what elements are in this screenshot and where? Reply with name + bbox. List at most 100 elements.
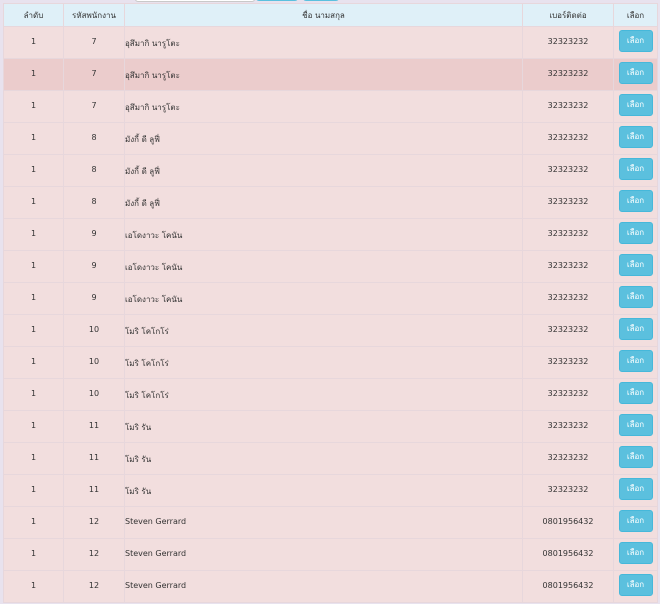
search-input[interactable] xyxy=(135,0,255,2)
table-header-row: ลำดับ รหัสพนักงาน ชื่อ นามสกุล เบอร์ติดต… xyxy=(3,3,658,27)
cell-phone: 0801956432 xyxy=(522,538,614,571)
cell-name: เอโดงาวะ โคนัน xyxy=(124,250,523,283)
table-row[interactable]: 1 11 โมริ รัน 32323232 เลือก xyxy=(3,442,658,475)
select-button[interactable]: เลือก xyxy=(618,222,653,244)
cell-phone: 32323232 xyxy=(522,218,614,251)
cell-name: โมริ รัน xyxy=(124,410,523,443)
cell-name-text: โมริ รัน xyxy=(125,423,152,432)
table-row[interactable]: 1 9 เอโดงาวะ โคนัน 32323232 เลือก xyxy=(3,218,658,251)
select-button[interactable]: เลือก xyxy=(618,30,653,52)
table-row[interactable]: 1 12 Steven Gerrard 0801956432 เลือก xyxy=(3,570,658,603)
cell-phone-text: 32323232 xyxy=(547,325,589,334)
cell-name: เอโดงาวะ โคนัน xyxy=(124,282,523,315)
select-button[interactable]: เลือก xyxy=(618,542,653,564)
cell-order: 1 xyxy=(3,218,64,251)
select-button[interactable]: เลือก xyxy=(618,158,653,180)
table-row[interactable]: 1 10 โมริ โคโกโร่ 32323232 เลือก xyxy=(3,346,658,379)
table-row[interactable]: 1 10 โมริ โคโกโร่ 32323232 เลือก xyxy=(3,378,658,411)
cell-employee-code-text: 9 xyxy=(91,293,97,302)
table-row[interactable]: 1 7 อุสึมากิ นารูโตะ 32323232 เลือก xyxy=(3,26,658,59)
select-button[interactable]: เลือก xyxy=(618,446,653,468)
cell-employee-code-text: 7 xyxy=(91,101,97,110)
cell-phone: 32323232 xyxy=(522,26,614,59)
select-button[interactable]: เลือก xyxy=(618,190,653,212)
cell-select: เลือก xyxy=(613,26,658,59)
cell-phone-text: 32323232 xyxy=(547,389,589,398)
cell-phone-text: 32323232 xyxy=(547,261,589,270)
table-row[interactable]: 1 12 Steven Gerrard 0801956432 เลือก xyxy=(3,506,658,539)
cell-order: 1 xyxy=(3,282,64,315)
select-button[interactable]: เลือก xyxy=(618,478,653,500)
cell-employee-code: 9 xyxy=(63,250,125,283)
cell-employee-code: 12 xyxy=(63,570,125,603)
cell-order-text: 1 xyxy=(30,421,37,430)
table-row[interactable]: 1 8 มังกี้ ดี ลูฟี่ 32323232 เลือก xyxy=(3,154,658,187)
cell-name: อุสึมากิ นารูโตะ xyxy=(124,90,523,123)
search-button[interactable] xyxy=(256,0,298,1)
select-button[interactable]: เลือก xyxy=(618,286,653,308)
secondary-button[interactable] xyxy=(303,0,339,1)
cell-order: 1 xyxy=(3,506,64,539)
cell-employee-code: 9 xyxy=(63,282,125,315)
select-button[interactable]: เลือก xyxy=(618,254,653,276)
cell-employee-code-text: 8 xyxy=(91,133,97,142)
cell-employee-code: 11 xyxy=(63,474,125,507)
cell-phone: 32323232 xyxy=(522,314,614,347)
cell-order: 1 xyxy=(3,26,64,59)
cell-phone-text: 32323232 xyxy=(547,101,589,110)
cell-order-text: 1 xyxy=(30,389,37,398)
table-row[interactable]: 1 7 อุสึมากิ นารูโตะ 32323232 เลือก xyxy=(3,90,658,123)
cell-order: 1 xyxy=(3,122,64,155)
table-row[interactable]: 1 8 มังกี้ ดี ลูฟี่ 32323232 เลือก xyxy=(3,122,658,155)
cell-order: 1 xyxy=(3,58,64,91)
table-row[interactable]: 1 9 เอโดงาวะ โคนัน 32323232 เลือก xyxy=(3,282,658,315)
select-button[interactable]: เลือก xyxy=(618,414,653,436)
select-button[interactable]: เลือก xyxy=(618,318,653,340)
select-button[interactable]: เลือก xyxy=(618,382,653,404)
cell-employee-code: 10 xyxy=(63,314,125,347)
cell-name-text: Steven Gerrard xyxy=(125,581,187,590)
cell-order: 1 xyxy=(3,90,64,123)
select-button[interactable]: เลือก xyxy=(618,350,653,372)
cell-select: เลือก xyxy=(613,506,658,539)
cell-phone: 32323232 xyxy=(522,442,614,475)
table-row[interactable]: 1 11 โมริ รัน 32323232 เลือก xyxy=(3,474,658,507)
table-row[interactable]: 1 12 Steven Gerrard 0801956432 เลือก xyxy=(3,538,658,571)
cell-phone: 32323232 xyxy=(522,186,614,219)
select-button[interactable]: เลือก xyxy=(618,62,653,84)
cell-select: เลือก xyxy=(613,474,658,507)
cell-order-text: 1 xyxy=(30,37,37,46)
cell-order-text: 1 xyxy=(30,101,37,110)
cell-order-text: 1 xyxy=(30,165,37,174)
cell-phone-text: 0801956432 xyxy=(542,517,594,526)
table-row[interactable]: 1 9 เอโดงาวะ โคนัน 32323232 เลือก xyxy=(3,250,658,283)
cell-name: มังกี้ ดี ลูฟี่ xyxy=(124,122,523,155)
cell-name: มังกี้ ดี ลูฟี่ xyxy=(124,154,523,187)
cell-select: เลือก xyxy=(613,314,658,347)
cell-order: 1 xyxy=(3,570,64,603)
cell-order: 1 xyxy=(3,314,64,347)
cell-name-text: โมริ รัน xyxy=(125,455,152,464)
select-button[interactable]: เลือก xyxy=(618,510,653,532)
select-button[interactable]: เลือก xyxy=(618,126,653,148)
cell-order: 1 xyxy=(3,250,64,283)
cell-employee-code: 11 xyxy=(63,410,125,443)
select-button[interactable]: เลือก xyxy=(618,574,653,596)
cell-phone-text: 32323232 xyxy=(547,69,589,78)
cell-name-text: อุสึมากิ นารูโตะ xyxy=(125,103,180,112)
select-button[interactable]: เลือก xyxy=(618,94,653,116)
cell-phone-text: 0801956432 xyxy=(542,581,594,590)
cell-phone-text: 32323232 xyxy=(547,421,589,430)
cell-phone-text: 32323232 xyxy=(547,357,589,366)
cell-order-text: 1 xyxy=(30,293,37,302)
table-row[interactable]: 1 8 มังกี้ ดี ลูฟี่ 32323232 เลือก xyxy=(3,186,658,219)
cell-order-text: 1 xyxy=(30,69,37,78)
cell-employee-code: 11 xyxy=(63,442,125,475)
table-row[interactable]: 1 7 อุสึมากิ นารูโตะ 32323232 เลือก xyxy=(3,58,658,91)
cell-order-text: 1 xyxy=(30,261,37,270)
cell-employee-code: 8 xyxy=(63,186,125,219)
cell-select: เลือก xyxy=(613,122,658,155)
table-row[interactable]: 1 11 โมริ รัน 32323232 เลือก xyxy=(3,410,658,443)
cell-order-text: 1 xyxy=(30,485,37,494)
table-row[interactable]: 1 10 โมริ โคโกโร่ 32323232 เลือก xyxy=(3,314,658,347)
